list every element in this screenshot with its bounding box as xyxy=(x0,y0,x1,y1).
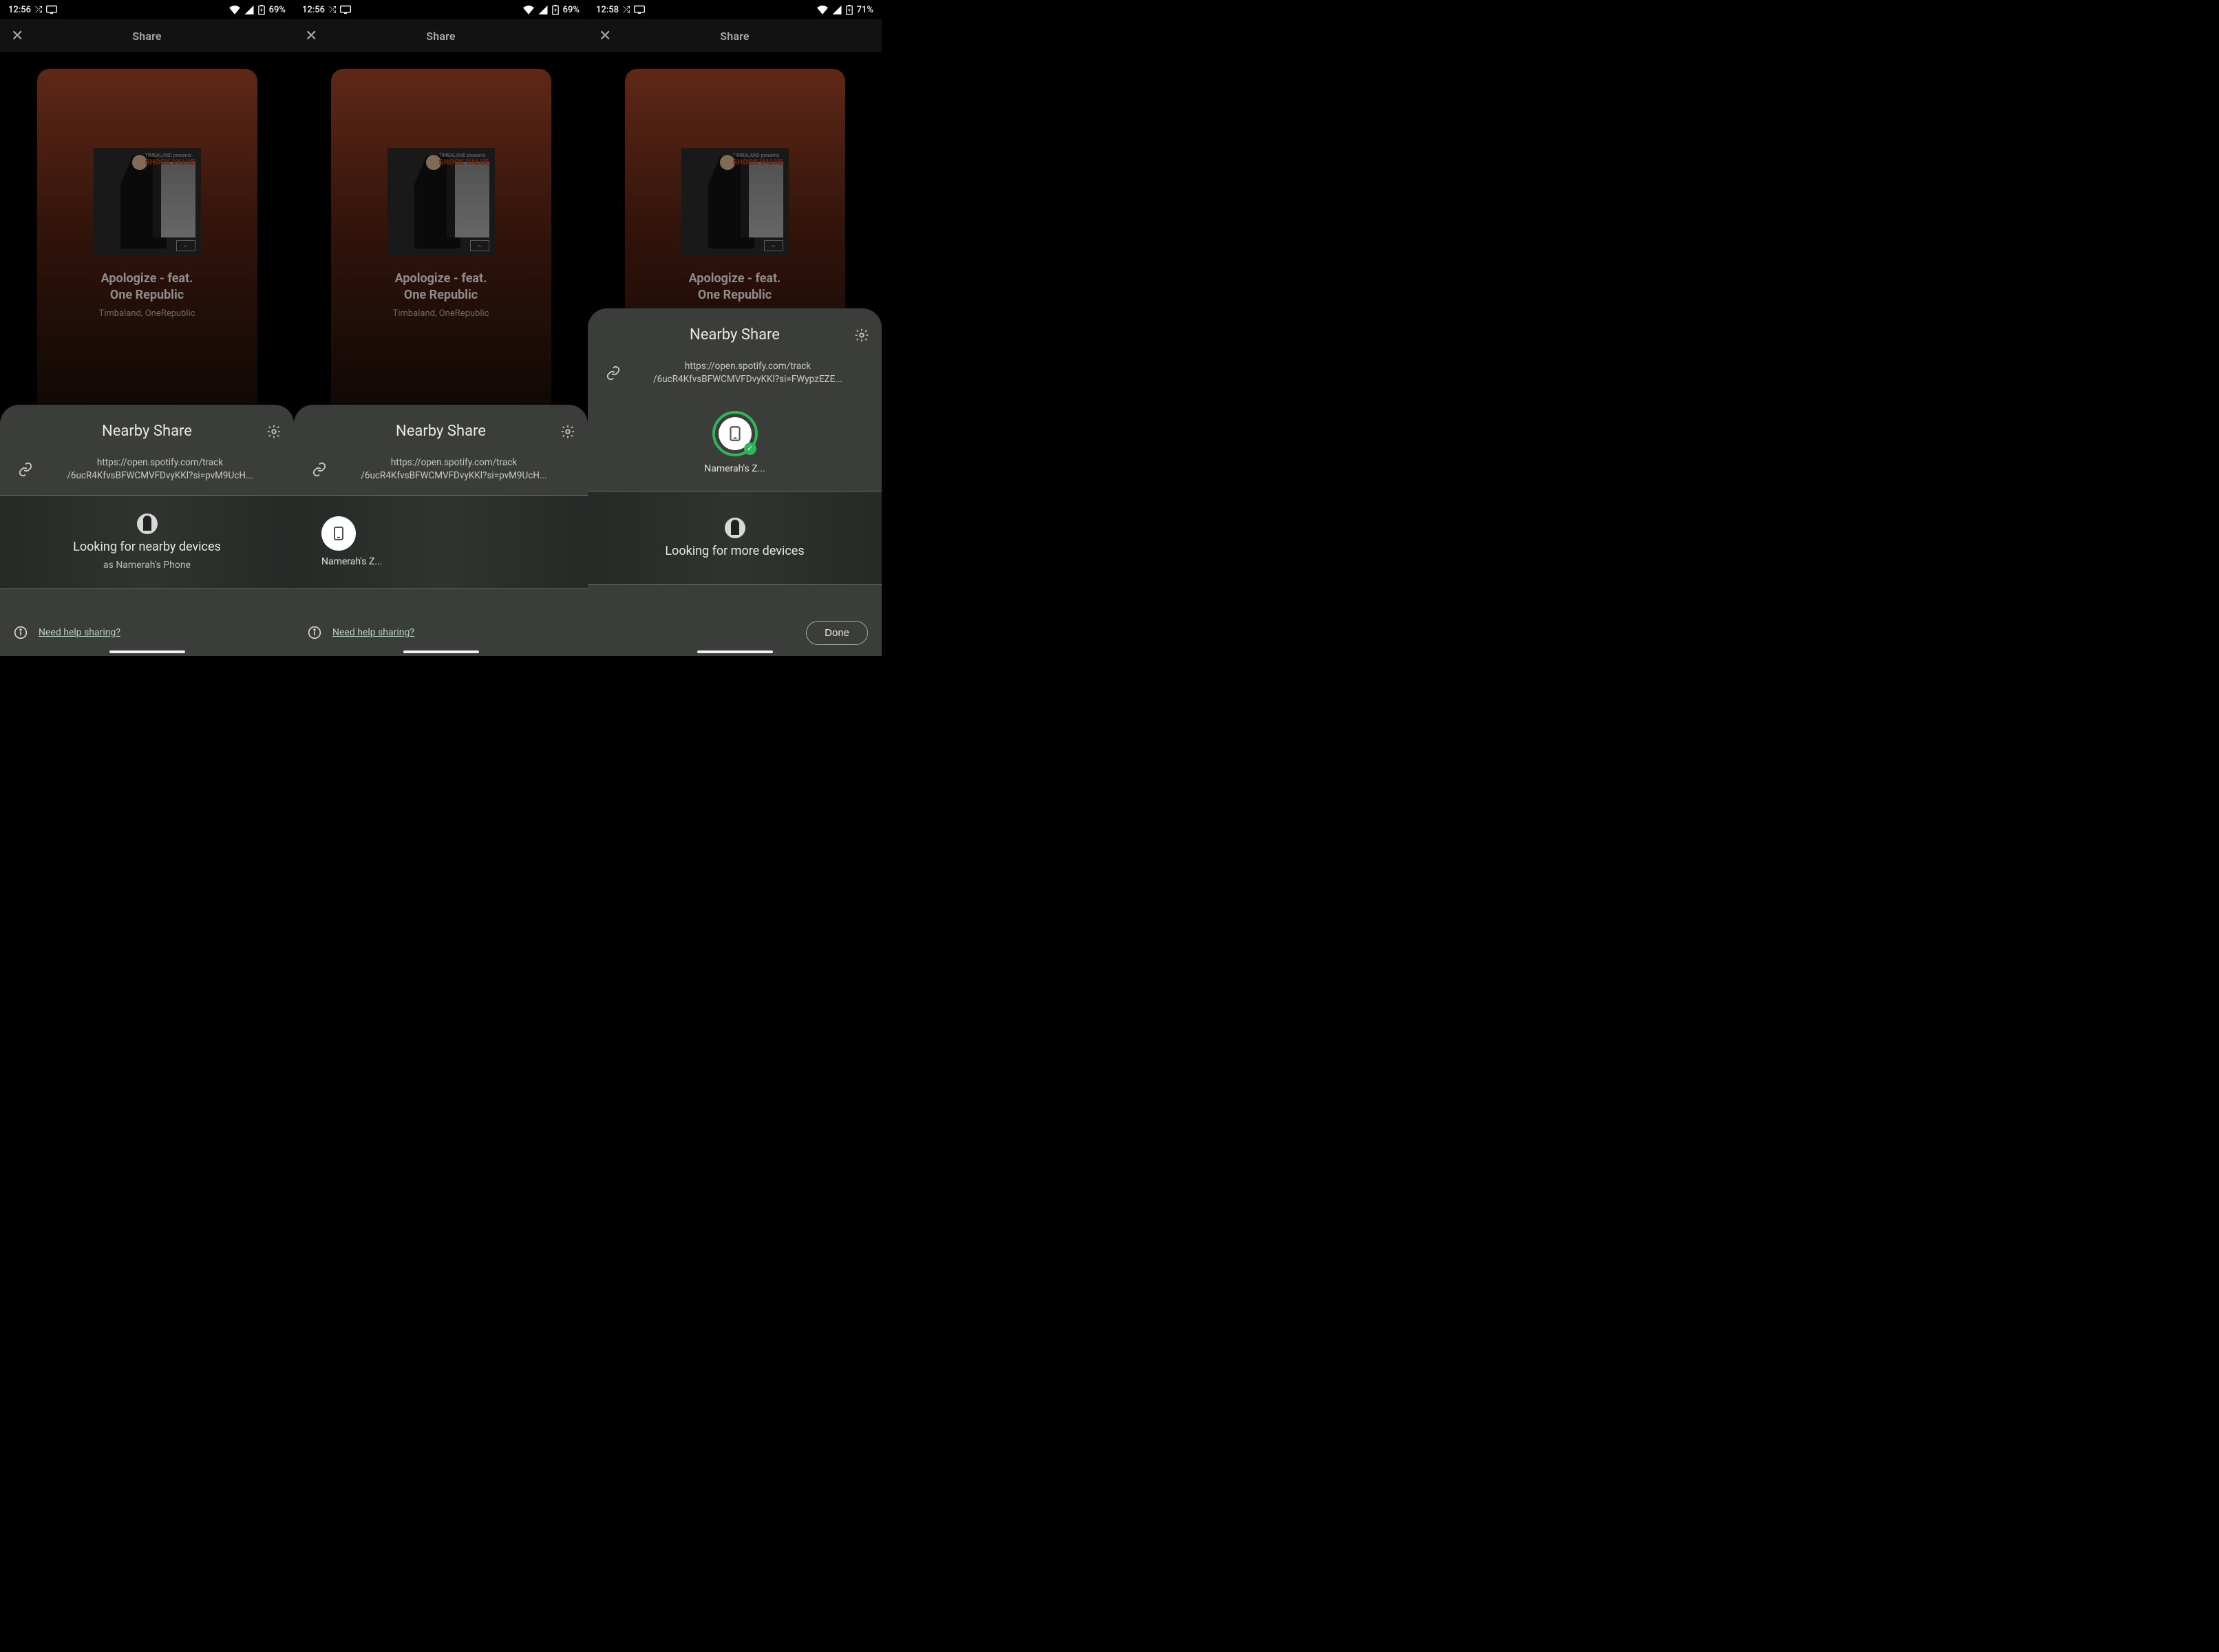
divider xyxy=(588,584,882,585)
battery-icon xyxy=(258,5,265,15)
share-header: ✕ Share xyxy=(588,19,882,52)
shuffle-icon: ⤮ xyxy=(35,5,42,15)
sheet-bottom-bar: Need help sharing? xyxy=(294,609,588,656)
battery-percent: 71% xyxy=(857,5,873,15)
check-icon: ✓ xyxy=(744,443,756,455)
chosen-device-label: Namerah's Z... xyxy=(704,463,765,474)
done-button[interactable]: Done xyxy=(806,621,868,645)
signal-icon xyxy=(832,6,842,14)
share-header: ✕ Share xyxy=(0,19,294,52)
shared-url-line1: https://open.spotify.com/track xyxy=(685,361,811,372)
status-bar: 12:56 ⤮ ! 69% xyxy=(0,0,294,19)
share-title: Share xyxy=(0,30,294,43)
shared-url-line2: /6ucR4KfvsBFWCMVFDvyKKl?si=FWypzEZE... xyxy=(653,374,842,385)
help-sharing-link[interactable]: Need help sharing? xyxy=(39,627,120,638)
nearby-share-title: Nearby Share xyxy=(306,423,575,440)
album-main-title: SHOCK VALUE xyxy=(145,158,195,166)
battery-icon xyxy=(552,5,559,15)
share-preview-card: TIMBALAND presents SHOCK VALUE PA Apolog… xyxy=(37,69,257,427)
share-preview-card: TIMBALAND presents SHOCK VALUE PA Apolog… xyxy=(331,69,551,427)
device-discovery-area: Namerah's Z... xyxy=(294,496,588,589)
device-ring-icon: ✓ xyxy=(712,411,758,456)
share-title: Share xyxy=(294,30,588,43)
share-header: ✕ Share xyxy=(294,19,588,52)
status-bar: 12:56 ⤮ 69% xyxy=(294,0,588,19)
shared-link-row: https://open.spotify.com/track /6ucR4Kfv… xyxy=(294,449,588,495)
album-main-title: SHOCK VALUE xyxy=(733,158,783,166)
battery-percent: 69% xyxy=(563,5,580,15)
help-sharing-link[interactable]: Need help sharing? xyxy=(332,627,414,638)
clock: 12:58 xyxy=(596,5,619,15)
cast-icon xyxy=(340,6,351,14)
shared-link-row: https://open.spotify.com/track /6ucR4Kfv… xyxy=(0,449,294,495)
nav-handle[interactable] xyxy=(697,650,773,653)
as-device-text: as Namerah's Phone xyxy=(103,560,191,571)
gear-icon[interactable] xyxy=(560,424,575,439)
link-icon xyxy=(606,366,621,381)
found-device-label: Namerah's Z... xyxy=(321,556,382,567)
album-main-title: SHOCK VALUE xyxy=(439,158,489,166)
shared-url-line2: /6ucR4KfvsBFWCMVFDvyKKl?si=pvM9UcH... xyxy=(67,470,253,481)
signal-icon xyxy=(538,6,548,14)
wifi-icon xyxy=(817,6,828,14)
song-title: Apologize - feat. One Republic xyxy=(689,271,781,304)
info-icon[interactable] xyxy=(14,626,28,639)
sheet-bottom-bar: Done xyxy=(588,609,882,656)
sheet-bottom-bar: Need help sharing? xyxy=(0,609,294,656)
device-discovery-area: Looking for nearby devices as Namerah's … xyxy=(0,496,294,589)
wifi-icon xyxy=(523,6,534,14)
shared-url-line1: https://open.spotify.com/track xyxy=(391,457,517,468)
shuffle-icon: ⤮ xyxy=(623,5,630,15)
found-device-button[interactable] xyxy=(321,516,356,551)
nav-handle[interactable] xyxy=(403,650,479,653)
song-artist: Timbaland, OneRepublic xyxy=(98,308,195,319)
song-title: Apologize - feat. One Republic xyxy=(101,271,193,304)
clock: 12:56 xyxy=(8,5,31,15)
close-icon[interactable]: ✕ xyxy=(599,28,611,45)
looking-text: Looking for nearby devices xyxy=(73,540,221,554)
avatar xyxy=(137,513,158,534)
song-artist: Timbaland, OneRepublic xyxy=(392,308,489,319)
clock: 12:56 xyxy=(302,5,325,15)
song-title: Apologize - feat. One Republic xyxy=(395,271,487,304)
info-icon[interactable] xyxy=(308,626,321,639)
nearby-share-sheet: Nearby Share https://open.spotify.com/tr… xyxy=(0,405,294,656)
cast-icon xyxy=(46,6,57,14)
album-art: TIMBALAND presents SHOCK VALUE PA xyxy=(94,148,201,255)
close-icon[interactable]: ✕ xyxy=(305,28,317,45)
nearby-share-sheet: Nearby Share https://open.spotify.com/tr… xyxy=(588,308,882,656)
parental-advisory-icon: PA xyxy=(176,240,195,251)
parental-advisory-icon: PA xyxy=(764,240,783,251)
battery-icon xyxy=(846,5,853,15)
shuffle-icon: ⤮ xyxy=(329,5,336,15)
device-discovery-area: Looking for more devices xyxy=(588,491,882,584)
close-icon[interactable]: ✕ xyxy=(11,28,23,45)
nearby-share-title: Nearby Share xyxy=(600,326,869,343)
chosen-device[interactable]: ✓ Namerah's Z... xyxy=(588,399,882,478)
nearby-share-sheet: Nearby Share https://open.spotify.com/tr… xyxy=(294,405,588,656)
album-art: TIMBALAND presents SHOCK VALUE PA xyxy=(681,148,789,255)
battery-percent: 69% xyxy=(269,5,286,15)
shared-url-line1: https://open.spotify.com/track xyxy=(97,457,223,468)
link-icon xyxy=(18,462,33,477)
shared-link-row: https://open.spotify.com/track /6ucR4Kfv… xyxy=(588,353,882,399)
signal-icon: ! xyxy=(244,6,254,14)
share-title: Share xyxy=(588,30,882,43)
gear-icon[interactable] xyxy=(266,424,282,439)
shared-url-line2: /6ucR4KfvsBFWCMVFDvyKKl?si=pvM9UcH... xyxy=(361,470,546,481)
looking-more-text: Looking for more devices xyxy=(665,544,804,558)
link-icon xyxy=(312,462,327,477)
phone-screen-2: 12:56 ⤮ 69% ✕ Share TIMBALAND presents S… xyxy=(294,0,588,656)
phone-screen-1: 12:56 ⤮ ! 69% ✕ Share xyxy=(0,0,294,656)
wifi-icon xyxy=(229,6,240,14)
avatar xyxy=(725,518,745,538)
parental-advisory-icon: PA xyxy=(470,240,489,251)
cast-icon xyxy=(634,6,645,14)
status-bar: 12:58 ⤮ 71% xyxy=(588,0,882,19)
nav-handle[interactable] xyxy=(109,650,185,653)
gear-icon[interactable] xyxy=(854,328,869,343)
album-art: TIMBALAND presents SHOCK VALUE PA xyxy=(387,148,495,255)
nearby-share-title: Nearby Share xyxy=(12,423,282,440)
phone-screen-3: 12:58 ⤮ 71% ✕ Share TIMBALAND presents S… xyxy=(588,0,882,656)
